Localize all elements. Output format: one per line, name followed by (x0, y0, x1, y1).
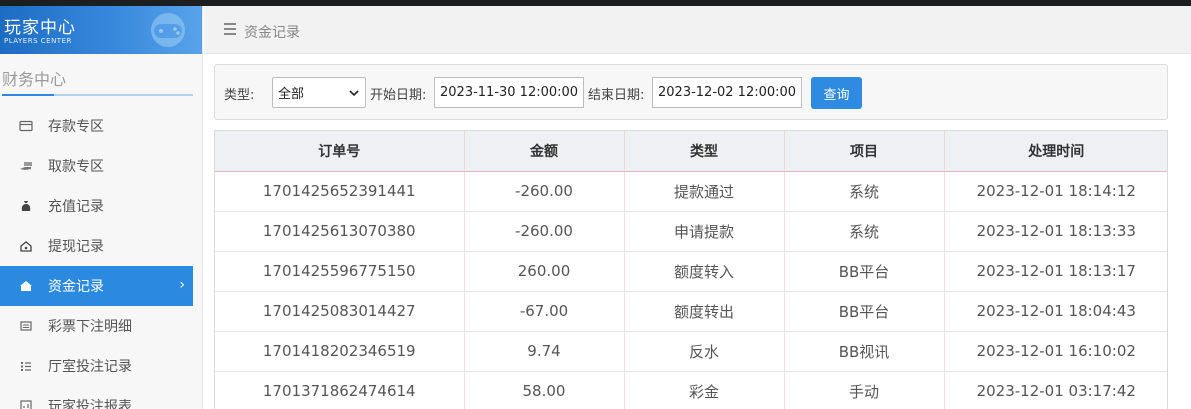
sidebar-item-label: 充值记录 (48, 199, 104, 215)
order-no-cell: 1701371862474614 (215, 371, 465, 409)
type-select-value: 全部 (278, 87, 305, 102)
column-header-order-no[interactable]: 订单号 (215, 131, 465, 172)
time-cell: 2023-12-01 18:13:17 (944, 251, 1167, 292)
amount-cell: -67.00 (464, 291, 625, 332)
sidebar-item-label: 彩票下注明细 (48, 319, 132, 335)
start-date-label: 开始日期: (370, 88, 427, 103)
sidebar-item-recharge-records[interactable]: 充值记录 (0, 186, 202, 226)
fund-records-table: 订单号 金额 类型 项目 处理时间 1701425652391441 -260.… (214, 130, 1168, 409)
brand-logo[interactable]: 玩家中心 PLAYERS CENTER (0, 6, 202, 54)
sidebar-item-fund-records[interactable]: 资金记录 › (0, 266, 193, 306)
amount-cell: 9.74 (464, 331, 625, 372)
query-button[interactable]: 查询 (811, 77, 862, 109)
chevron-down-icon (349, 90, 359, 97)
table-row[interactable]: 1701418202346519 9.74 反水 BB视讯 2023-12-01… (215, 331, 1167, 372)
report-icon (18, 398, 34, 409)
section-title: 财务中心 (2, 70, 67, 89)
brand-title: 玩家中心 (4, 18, 76, 38)
amount-cell: 260.00 (464, 251, 625, 292)
filter-bar: 类型: 全部 开始日期: 2023-11-30 12:00:00 结束日期: 2… (214, 64, 1168, 120)
item-cell: 手动 (784, 371, 945, 409)
order-no-cell: 1701418202346519 (215, 331, 465, 372)
sidebar-item-label: 玩家投注报表 (48, 399, 132, 409)
order-no-cell: 1701425596775150 (215, 251, 465, 292)
cash-hand-icon (18, 158, 34, 174)
time-cell: 2023-12-01 18:13:33 (944, 211, 1167, 252)
order-no-cell: 1701425083014427 (215, 291, 465, 332)
section-underline-accent (2, 94, 54, 96)
table-row[interactable]: 1701371862474614 58.00 彩金 手动 2023-12-01 … (215, 371, 1167, 409)
item-cell: BB平台 (784, 251, 945, 292)
table-header-row: 订单号 金额 类型 项目 处理时间 (215, 131, 1167, 172)
time-cell: 2023-12-01 18:14:12 (944, 171, 1167, 212)
sidebar-item-lottery-bets[interactable]: 彩票下注明细 (0, 306, 202, 346)
type-cell: 反水 (624, 331, 785, 372)
sidebar-item-player-report[interactable]: 玩家投注报表 (0, 386, 202, 409)
gamepad-icon (151, 13, 185, 47)
sidebar-item-label: 存款专区 (48, 119, 104, 135)
amount-cell: -260.00 (464, 171, 625, 212)
list-bullets-icon (18, 358, 34, 374)
type-cell: 申请提款 (624, 211, 785, 252)
end-date-input[interactable]: 2023-12-02 12:00:00 (652, 77, 802, 108)
item-cell: BB视讯 (784, 331, 945, 372)
page-header: 资金记录 (204, 6, 1191, 54)
sidebar-item-label: 资金记录 (48, 279, 104, 295)
start-date-value: 2023-11-30 12:00:00 (440, 85, 579, 100)
brand-subtitle: PLAYERS CENTER (4, 37, 72, 45)
table-row[interactable]: 1701425652391441 -260.00 提款通过 系统 2023-12… (215, 171, 1167, 212)
home-icon (18, 278, 34, 294)
sidebar-item-hall-bets[interactable]: 厅室投注记录 (0, 346, 202, 386)
amount-cell: -260.00 (464, 211, 625, 252)
table-row[interactable]: 1701425613070380 -260.00 申请提款 系统 2023-12… (215, 211, 1167, 252)
time-cell: 2023-12-01 18:04:43 (944, 291, 1167, 332)
withdraw-icon (18, 238, 34, 254)
item-cell: 系统 (784, 211, 945, 252)
column-header-type[interactable]: 类型 (624, 131, 785, 172)
page-title: 资金记录 (244, 25, 300, 41)
sidebar-item-label: 取款专区 (48, 159, 104, 175)
sidebar-menu: 存款专区 取款专区 充值记录 提现记录 资金记录 › 彩票下注明细 厅室投注记录… (0, 106, 202, 409)
menu-toggle-icon[interactable] (224, 23, 236, 35)
column-header-amount[interactable]: 金额 (464, 131, 625, 172)
table-row[interactable]: 1701425083014427 -67.00 额度转出 BB平台 2023-1… (215, 291, 1167, 332)
sidebar-item-withdraw[interactable]: 取款专区 (0, 146, 202, 186)
list-icon (18, 318, 34, 334)
order-no-cell: 1701425652391441 (215, 171, 465, 212)
money-bag-icon (18, 198, 34, 214)
type-cell: 额度转入 (624, 251, 785, 292)
item-cell: BB平台 (784, 291, 945, 332)
type-cell: 提款通过 (624, 171, 785, 212)
start-date-input[interactable]: 2023-11-30 12:00:00 (434, 77, 584, 108)
time-cell: 2023-12-01 03:17:42 (944, 371, 1167, 409)
item-cell: 系统 (784, 171, 945, 212)
card-icon (18, 118, 34, 134)
column-header-time[interactable]: 处理时间 (944, 131, 1167, 172)
table-row[interactable]: 1701425596775150 260.00 额度转入 BB平台 2023-1… (215, 251, 1167, 292)
order-no-cell: 1701425613070380 (215, 211, 465, 252)
type-cell: 彩金 (624, 371, 785, 409)
end-date-label: 结束日期: (588, 88, 645, 103)
type-label: 类型: (224, 88, 255, 103)
amount-cell: 58.00 (464, 371, 625, 409)
chevron-right-icon: › (179, 277, 185, 293)
sidebar: 玩家中心 PLAYERS CENTER 财务中心 存款专区 取款专区 充值记录 … (0, 6, 203, 409)
type-cell: 额度转出 (624, 291, 785, 332)
sidebar-item-label: 厅室投注记录 (48, 359, 132, 375)
column-header-item[interactable]: 项目 (784, 131, 945, 172)
type-select[interactable]: 全部 (272, 77, 366, 108)
time-cell: 2023-12-01 16:10:02 (944, 331, 1167, 372)
sidebar-item-withdraw-records[interactable]: 提现记录 (0, 226, 202, 266)
sidebar-item-deposit[interactable]: 存款专区 (0, 106, 202, 146)
sidebar-item-label: 提现记录 (48, 239, 104, 255)
end-date-value: 2023-12-02 12:00:00 (658, 85, 797, 100)
